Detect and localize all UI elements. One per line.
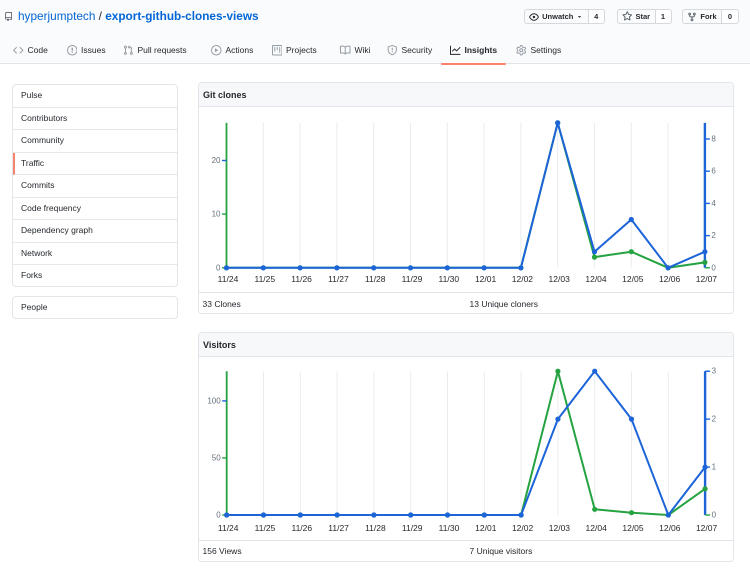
svg-text:12/02: 12/02 [512,523,534,533]
svg-text:11/27: 11/27 [328,274,349,284]
svg-text:12/03: 12/03 [549,274,571,284]
svg-text:2: 2 [711,231,716,240]
svg-text:0: 0 [216,263,221,272]
svg-text:12/06: 12/06 [659,523,681,533]
svg-text:11/30: 11/30 [439,523,460,533]
svg-text:12/04: 12/04 [585,274,607,284]
svg-text:11/29: 11/29 [402,523,423,533]
svg-text:11/25: 11/25 [255,523,276,533]
svg-text:12/05: 12/05 [622,523,644,533]
svg-text:1: 1 [712,462,717,471]
svg-text:0: 0 [711,263,716,272]
svg-text:0: 0 [712,510,717,519]
svg-text:11/26: 11/26 [291,523,312,533]
svg-text:11/24: 11/24 [218,274,239,284]
svg-text:12/06: 12/06 [659,274,681,284]
svg-text:6: 6 [711,166,716,175]
svg-text:11/25: 11/25 [254,274,275,284]
svg-text:12/01: 12/01 [475,523,497,533]
svg-text:0: 0 [216,510,221,519]
svg-text:12/02: 12/02 [512,274,534,284]
svg-text:11/27: 11/27 [328,523,349,533]
svg-text:11/29: 11/29 [402,274,423,284]
svg-text:2: 2 [712,414,717,423]
svg-text:11/24: 11/24 [218,523,239,533]
svg-text:8: 8 [711,134,716,143]
svg-text:20: 20 [212,156,221,165]
svg-text:11/28: 11/28 [365,274,386,284]
svg-text:3: 3 [712,366,717,375]
svg-text:50: 50 [212,453,221,462]
svg-text:10: 10 [212,209,221,218]
svg-text:12/07: 12/07 [696,274,718,284]
svg-text:11/28: 11/28 [365,523,386,533]
svg-text:4: 4 [711,198,716,207]
svg-text:12/03: 12/03 [549,523,571,533]
svg-text:11/26: 11/26 [291,274,312,284]
svg-text:12/04: 12/04 [586,523,608,533]
svg-text:100: 100 [207,396,221,405]
svg-text:12/07: 12/07 [696,523,718,533]
svg-text:12/05: 12/05 [622,274,644,284]
svg-text:11/30: 11/30 [438,274,459,284]
svg-text:12/01: 12/01 [475,274,497,284]
